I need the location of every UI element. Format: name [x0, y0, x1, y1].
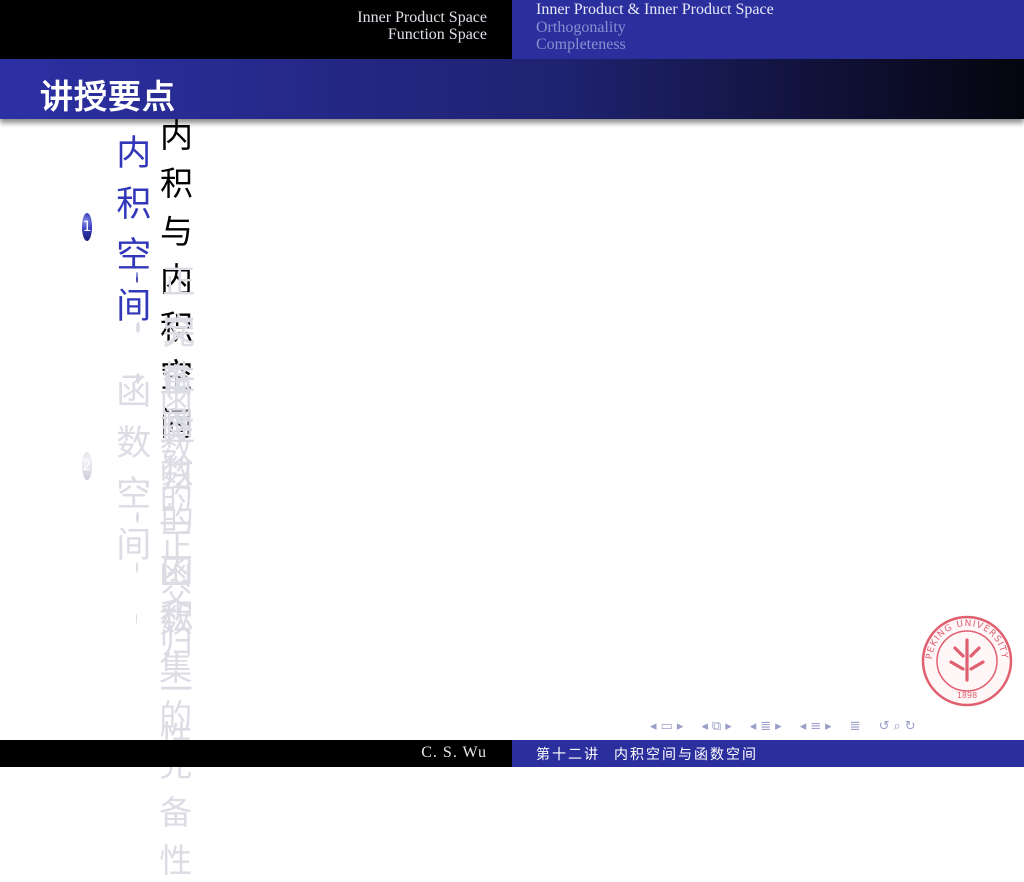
bullet-ball-icon — [136, 612, 138, 624]
nav-search-icon[interactable]: ⌕ — [893, 719, 900, 734]
bullet-ball-icon — [136, 271, 138, 283]
nav-prev-frame-icon[interactable]: ◂ — [650, 719, 657, 734]
nav-next-frame-icon[interactable]: ▸ — [677, 719, 684, 734]
bullet-ball-icon — [136, 321, 141, 333]
section-number-ball-icon: 2 — [82, 452, 93, 480]
header-subsection-completeness[interactable]: Completeness — [536, 36, 1024, 54]
nav-prev-subsection-icon[interactable]: ◂ — [701, 719, 708, 734]
header-left-panel: Inner Product Space Function Space — [0, 0, 512, 59]
navigation-symbols: ◂ ▭ ▸ ◂ ⧉ ▸ ◂ ≣ ▸ ◂ ≡ ▸ ≣ ↺ ⌕ ↻ — [648, 716, 1018, 736]
university-seal-logo: PEKING UNIVERSITY 1898 — [921, 615, 1013, 707]
footer-title-panel: 第十二讲 内积空间与函数空间 — [512, 740, 1024, 767]
part-list-icon[interactable]: ≡ — [810, 719, 821, 734]
header-right-panel: Inner Product & Inner Product Space Orth… — [512, 0, 1024, 59]
header-subsection-current[interactable]: Inner Product & Inner Product Space — [536, 1, 1024, 19]
frame-title: 讲授要点 — [40, 77, 176, 116]
bullet-ball-icon — [136, 511, 139, 523]
footer-author: C. S. Wu — [421, 744, 487, 761]
nav-forward-icon[interactable]: ↻ — [905, 719, 916, 734]
header-section-inner-product-space[interactable]: Inner Product Space — [0, 9, 487, 26]
outline-subsection-2-3[interactable]: 正交归一函数集的完备性 — [136, 361, 206, 880]
frame-icon[interactable]: ▭ — [661, 719, 673, 734]
outline-subsection-label: 正交归一函数集的完备性 — [159, 361, 197, 880]
footer-lecture-number: 第十二讲 — [536, 747, 600, 763]
header-section-function-space[interactable]: Function Space — [0, 26, 487, 43]
nav-next-section-icon[interactable]: ▸ — [775, 719, 782, 734]
bullet-ball-icon — [136, 561, 138, 573]
footer-lecture-topic: 内积空间与函数空间 — [614, 747, 758, 763]
frame-title-bar: 讲授要点 — [0, 59, 1024, 119]
header-subsection-orthogonality[interactable]: Orthogonality — [536, 19, 1024, 37]
nav-prev-part-icon[interactable]: ◂ — [800, 719, 807, 734]
footer-author-panel: C. S. Wu — [0, 740, 512, 767]
nav-next-part-icon[interactable]: ▸ — [825, 719, 832, 734]
nav-appendix-icon[interactable]: ≣ — [850, 719, 861, 734]
nav-back-icon[interactable]: ↺ — [879, 719, 890, 734]
section-list-icon[interactable]: ≣ — [760, 719, 771, 734]
seal-year: 1898 — [957, 691, 977, 700]
nav-next-subsection-icon[interactable]: ▸ — [725, 719, 732, 734]
section-number-ball-icon: 1 — [82, 213, 93, 241]
subsection-stack-icon[interactable]: ⧉ — [712, 719, 721, 734]
nav-prev-section-icon[interactable]: ◂ — [750, 719, 757, 734]
